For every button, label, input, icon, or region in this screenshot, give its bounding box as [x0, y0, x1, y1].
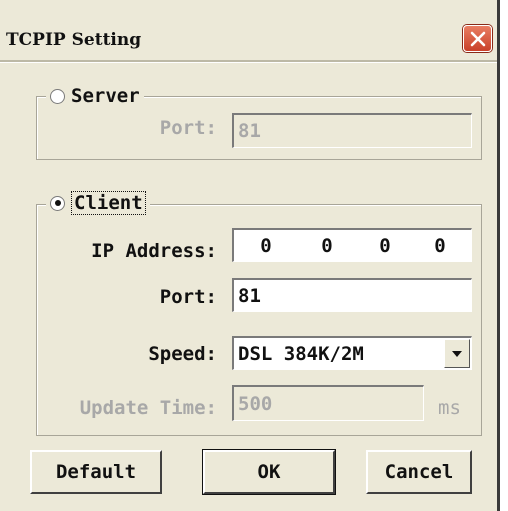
- server-port-label: Port:: [159, 117, 217, 139]
- ip-octet-2[interactable]: 0: [298, 235, 356, 257]
- radio-selected-icon[interactable]: [50, 195, 65, 211]
- dialog-title: TCPIP Setting: [6, 30, 142, 50]
- client-radio-option[interactable]: Client: [46, 190, 150, 216]
- title-divider: [0, 60, 497, 63]
- close-button[interactable]: [463, 25, 492, 52]
- tcpip-setting-dialog: TCPIP Setting Server Port: 81 Client IP …: [0, 0, 500, 511]
- server-port-field[interactable]: 81: [232, 113, 472, 148]
- speed-label: Speed:: [148, 343, 217, 365]
- server-label: Server: [71, 85, 140, 107]
- client-label: Client: [71, 191, 146, 215]
- update-time-label: Update Time:: [79, 397, 217, 419]
- server-radio-option[interactable]: Server: [46, 84, 144, 108]
- cancel-button[interactable]: Cancel: [366, 450, 472, 494]
- speed-selected-value: DSL 384K/2M: [238, 342, 364, 365]
- ip-address-label: IP Address:: [91, 240, 217, 262]
- dropdown-arrow-button[interactable]: [444, 339, 470, 368]
- ip-octet-3[interactable]: 0: [356, 235, 414, 257]
- title-bar: TCPIP Setting: [0, 0, 497, 52]
- client-port-label: Port:: [159, 286, 217, 308]
- ip-octet-1[interactable]: 0: [234, 235, 298, 257]
- client-port-field[interactable]: 81: [232, 278, 472, 312]
- client-port-value: 81: [238, 284, 261, 307]
- speed-dropdown[interactable]: DSL 384K/2M: [232, 336, 472, 370]
- radio-unselected-icon[interactable]: [50, 88, 65, 104]
- dropdown-arrow-icon: [452, 350, 462, 357]
- update-time-unit: ms: [438, 397, 461, 419]
- update-time-value: 500: [238, 392, 273, 415]
- close-icon: [470, 31, 485, 46]
- ip-address-field[interactable]: 0 0 0 0: [232, 228, 472, 262]
- default-button[interactable]: Default: [30, 450, 162, 494]
- server-port-value: 81: [238, 120, 261, 142]
- ok-button[interactable]: OK: [202, 449, 336, 495]
- ip-octet-4[interactable]: 0: [414, 235, 466, 257]
- update-time-field[interactable]: 500: [232, 385, 424, 421]
